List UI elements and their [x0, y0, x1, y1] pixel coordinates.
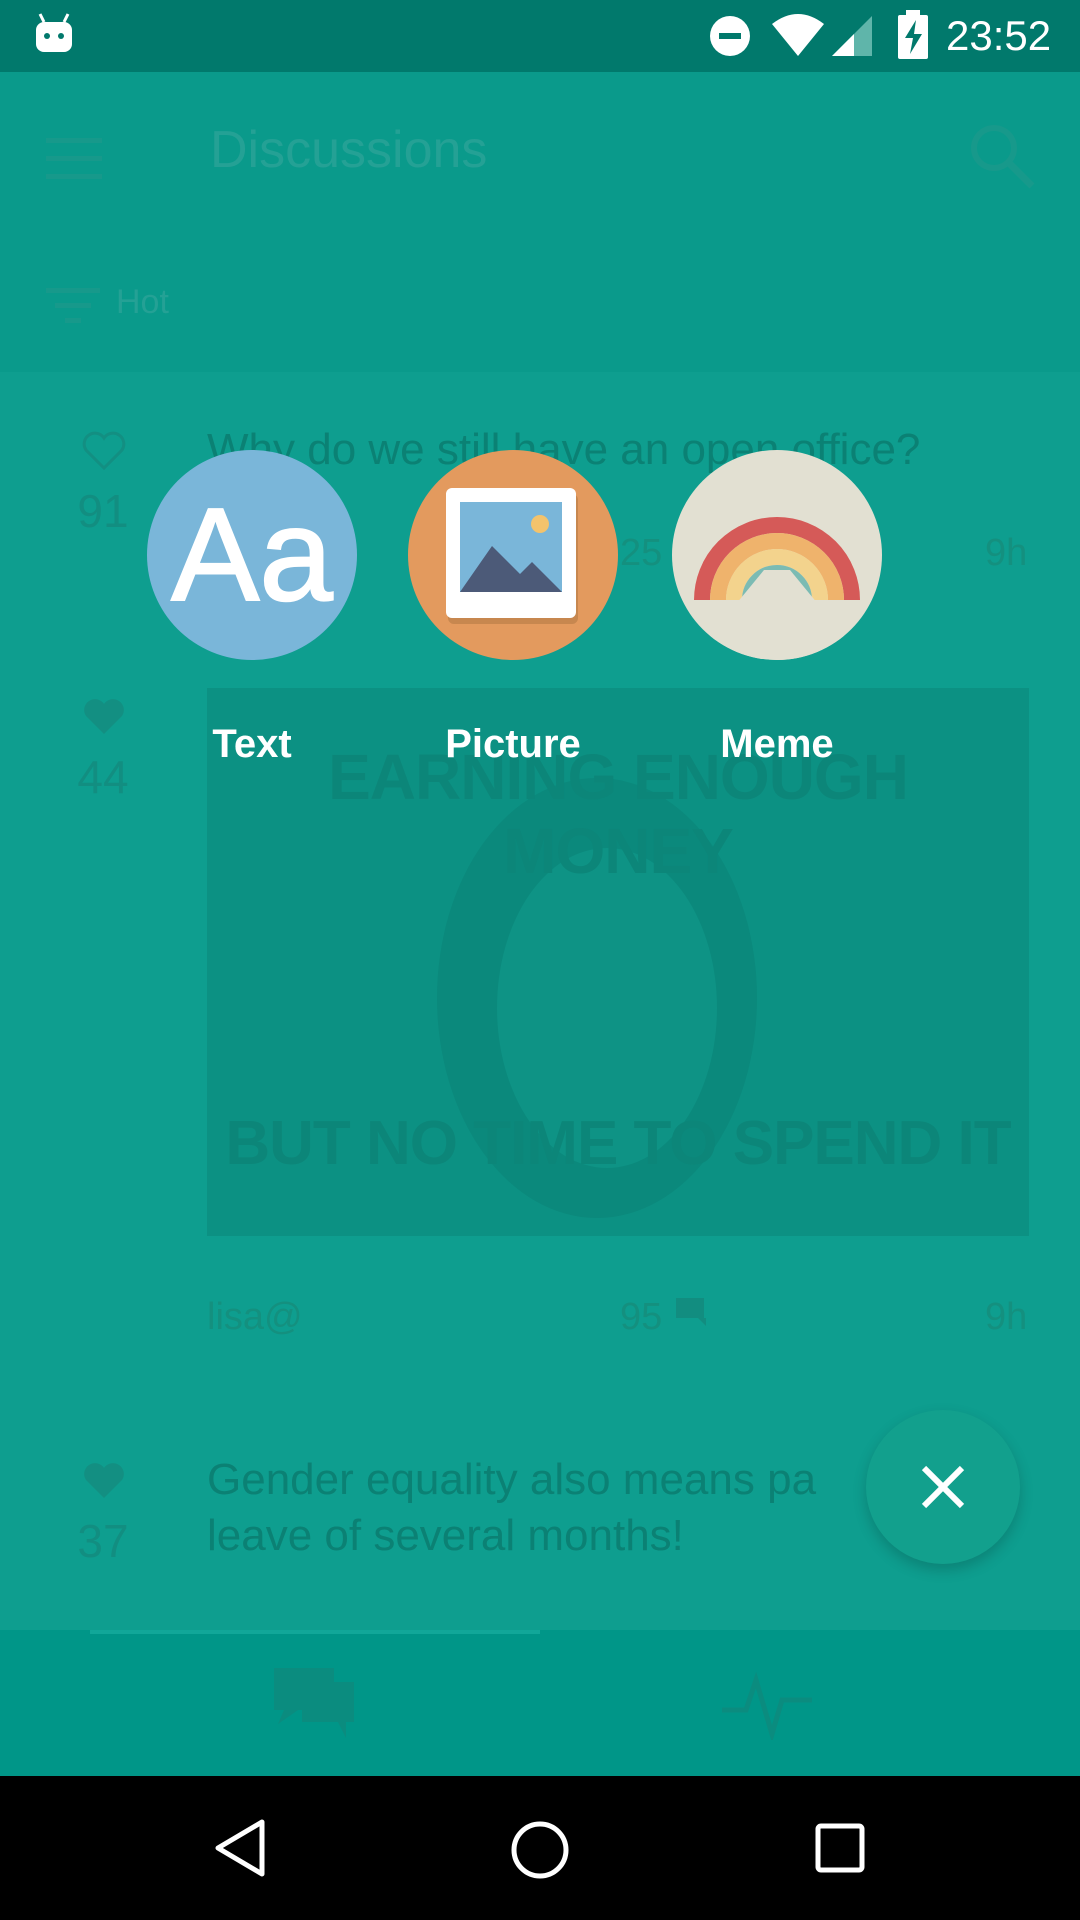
back-icon[interactable] [212, 1818, 272, 1878]
battery-charging-icon [898, 10, 928, 59]
meme-option-label: Meme [720, 722, 834, 766]
text-option-label: Text [212, 722, 292, 766]
text-aa-icon[interactable]: Aa [147, 450, 357, 660]
create-meme-option[interactable]: Meme [672, 450, 882, 767]
system-navigation-bar [0, 1776, 1080, 1920]
picture-option-label: Picture [445, 722, 581, 766]
status-bar: 23:52 [0, 0, 1080, 72]
status-time: 23:52 [946, 12, 1052, 59]
create-picture-option[interactable]: Picture [408, 450, 618, 767]
home-icon[interactable] [508, 1818, 572, 1882]
close-icon [921, 1465, 965, 1509]
svg-text:Aa: Aa [171, 481, 333, 628]
cell-signal-icon [832, 16, 872, 56]
picture-icon[interactable] [408, 450, 618, 660]
do-not-disturb-icon [710, 16, 750, 56]
wifi-icon [772, 14, 824, 56]
recents-icon[interactable] [814, 1822, 866, 1874]
create-text-option[interactable]: Aa Text [147, 450, 357, 767]
android-icon [36, 13, 72, 52]
close-fab-button[interactable] [866, 1410, 1020, 1564]
rainbow-meme-icon[interactable] [672, 450, 882, 660]
